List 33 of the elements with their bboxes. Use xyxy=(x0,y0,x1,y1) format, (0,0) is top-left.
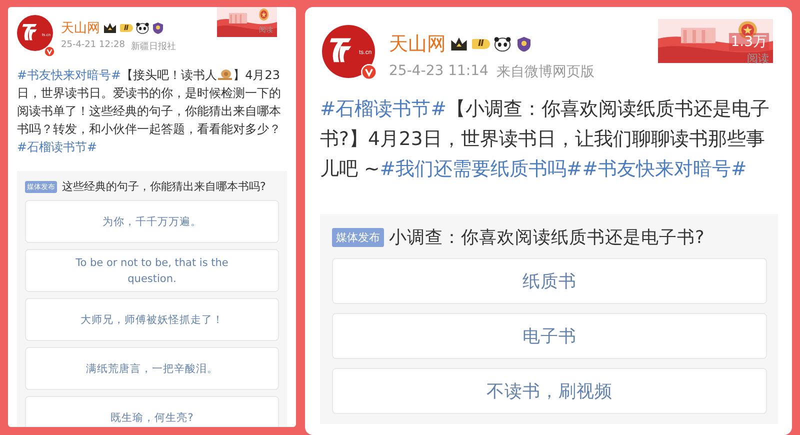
poll-option[interactable]: 满纸荒唐言，一把辛酸泪。 xyxy=(25,347,279,390)
hashtag-link[interactable]: #石榴读书节# xyxy=(320,99,446,120)
post-source: 新疆日报社 xyxy=(130,40,176,53)
hashtag-link[interactable]: #我们还需要纸质书吗# xyxy=(380,159,582,180)
poll-option[interactable]: 大师兄，师傅被妖怪抓走了！ xyxy=(25,298,279,341)
hashtag-link[interactable]: #书友快来对暗号# xyxy=(582,159,747,180)
shield-icon xyxy=(152,22,164,34)
poll-option[interactable]: 不读书，刷视频 xyxy=(332,368,767,414)
media-badge: 媒体发布 xyxy=(332,228,384,246)
post-text: #书友快来对暗号#【接头吧！读书人 】4月23日，世界读书日。爱读书的你，是时候检测一下的阅读书单了！这些经典的句子，你能猜出来自哪本书吗？转发，和小伙伴一起答题，看看能对多少？ #石榴读书节# xyxy=(17,67,282,156)
level-badge: Ⅱ xyxy=(472,39,490,49)
post-time: 25-4-23 11:14 xyxy=(389,63,488,81)
hashtag-link[interactable]: #书友快来对暗号# xyxy=(17,68,122,82)
hashtag-link[interactable]: #石榴读书节# xyxy=(17,140,98,154)
verified-icon xyxy=(361,64,377,80)
post-text: #石榴读书节#【小调查：你喜欢阅读纸质书还是电子书?】4月23日，世界读书日，让我们聊聊读书那些事儿吧 ~#我们还需要纸质书吗##书友快来对暗号# xyxy=(320,98,770,182)
poll-option[interactable]: 纸质书 xyxy=(332,258,767,304)
crown-icon xyxy=(450,36,468,52)
post-source: 来自微博网页版 xyxy=(496,63,594,81)
poll-option[interactable]: 电子书 xyxy=(332,313,767,359)
poll-option[interactable]: 为你，千千万万遍。 xyxy=(25,200,279,243)
poll-question: 这些经典的句子，你能猜出来自哪本书吗? xyxy=(62,179,266,194)
panda-icon xyxy=(136,22,149,34)
author-name[interactable]: 天山网 xyxy=(389,31,446,57)
read-label: 阅读 xyxy=(747,51,769,66)
poll-option[interactable]: 既生瑜，何生亮? xyxy=(25,396,279,427)
poll-question: 小调查：你喜欢阅读纸质书还是电子书? xyxy=(389,227,704,249)
shield-icon xyxy=(516,36,532,52)
panda-icon xyxy=(494,36,511,52)
poll-option[interactable]: To be or not to be, that is the question. xyxy=(25,249,279,292)
author-name[interactable]: 天山网 xyxy=(61,19,100,37)
crown-icon xyxy=(103,22,117,34)
post-time: 25-4-21 12:28 xyxy=(61,40,125,52)
